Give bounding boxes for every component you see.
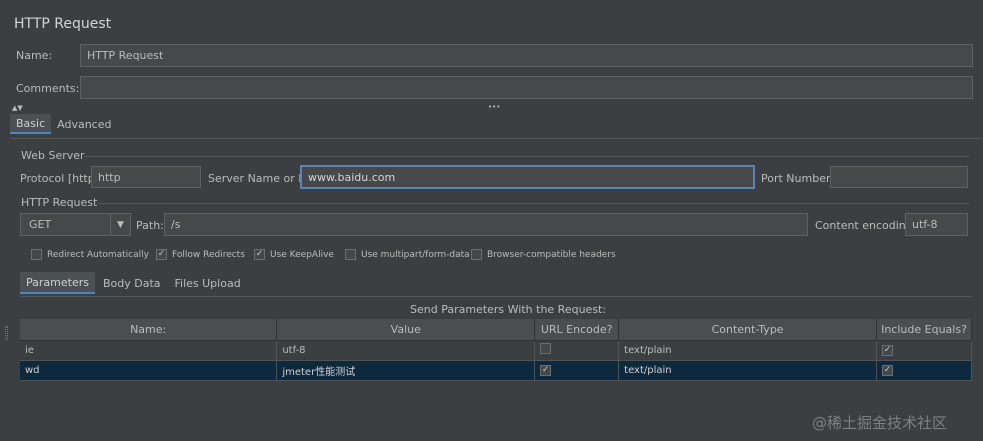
subtab-divider (20, 296, 972, 297)
checkbox[interactable] (471, 249, 482, 260)
http-request-section-label: HTTP Request (21, 196, 98, 209)
chevron-down-icon[interactable]: ▼ (110, 214, 130, 235)
tab-parameters[interactable]: Parameters (20, 272, 95, 294)
param-value[interactable]: utf-8 (276, 340, 536, 361)
main-tabs: Basic Advanced (10, 114, 117, 134)
table-row[interactable]: ie utf-8 text/plain ✓ (20, 340, 972, 361)
param-value[interactable]: jmeter性能测试 (276, 360, 536, 381)
collapse-arrows-icon[interactable]: ▲▼ (12, 104, 23, 112)
web-server-section-label: Web Server (21, 149, 85, 162)
param-content-type[interactable]: text/plain (618, 340, 878, 361)
option-label: Use multipart/form-data (361, 249, 470, 260)
col-name[interactable]: Name: (20, 319, 278, 341)
comments-field[interactable] (80, 76, 973, 99)
http-request-divider (98, 203, 969, 204)
path-label: Path: (136, 219, 164, 232)
splitter-handle[interactable]: ••• (488, 103, 500, 111)
checkbox[interactable] (345, 249, 356, 260)
checkbox-checked[interactable]: ✓ (254, 249, 265, 260)
param-url-encode[interactable]: ✓ (534, 360, 620, 381)
param-include-equals[interactable]: ✓ (876, 360, 972, 381)
param-name[interactable]: ie (20, 340, 278, 361)
page-title: HTTP Request (14, 16, 112, 32)
params-caption: Send Parameters With the Request: (410, 303, 607, 316)
resize-handle[interactable] (5, 326, 8, 340)
param-url-encode[interactable] (534, 340, 620, 361)
tab-advanced[interactable]: Advanced (51, 114, 117, 134)
encoding-field[interactable]: utf-8 (905, 213, 968, 236)
tab-basic[interactable]: Basic (10, 114, 52, 134)
method-select[interactable]: GET ▼ (20, 213, 131, 236)
sub-tabs: Parameters Body Data Files Upload (20, 272, 247, 294)
option-label: Browser-compatible headers (487, 249, 616, 260)
tab-divider (10, 138, 982, 139)
option-redirect-automatically[interactable]: Redirect Automatically (31, 249, 149, 260)
port-label: Port Number: (761, 172, 835, 185)
checkbox-checked[interactable]: ✓ (540, 365, 552, 376)
param-name[interactable]: wd (20, 360, 278, 381)
checkbox-checked[interactable]: ✓ (882, 345, 894, 356)
param-include-equals[interactable]: ✓ (876, 340, 972, 361)
option-label: Follow Redirects (172, 249, 245, 260)
server-field[interactable]: www.baidu.com (300, 165, 755, 189)
comments-label: Comments: (16, 82, 80, 95)
checkbox-checked[interactable]: ✓ (156, 249, 167, 260)
port-field[interactable] (830, 166, 968, 188)
method-value: GET (29, 218, 52, 231)
params-table: Name: Value URL Encode? Content-Type Inc… (20, 319, 972, 381)
option-label: Use KeepAlive (270, 249, 334, 260)
name-field[interactable]: HTTP Request (80, 44, 973, 67)
checkbox-checked[interactable]: ✓ (882, 365, 894, 376)
col-value[interactable]: Value (276, 319, 536, 341)
encoding-label: Content encoding: (815, 219, 917, 232)
params-table-wrapper: Name: Value URL Encode? Content-Type Inc… (20, 319, 972, 381)
tab-body-data[interactable]: Body Data (97, 272, 167, 294)
web-server-divider (84, 156, 969, 157)
col-url-encode[interactable]: URL Encode? (534, 319, 620, 341)
col-include-equals[interactable]: Include Equals? (876, 319, 972, 341)
server-label: Server Name or IP: (208, 172, 312, 185)
param-content-type[interactable]: text/plain (618, 360, 878, 381)
path-field[interactable]: /s (164, 213, 808, 236)
checkbox[interactable] (31, 249, 42, 260)
name-label: Name: (16, 49, 53, 62)
tab-files-upload[interactable]: Files Upload (169, 272, 247, 294)
watermark: @稀土掘金技术社区 (812, 414, 948, 432)
option-use-multipart[interactable]: Use multipart/form-data (345, 249, 470, 260)
table-row[interactable]: wd jmeter性能测试 ✓ text/plain ✓ (20, 360, 972, 381)
checkbox[interactable] (540, 343, 552, 354)
option-use-keepalive[interactable]: ✓ Use KeepAlive (254, 249, 334, 260)
protocol-field[interactable]: http (91, 166, 201, 188)
option-follow-redirects[interactable]: ✓ Follow Redirects (156, 249, 245, 260)
option-label: Redirect Automatically (47, 249, 149, 260)
option-browser-compatible[interactable]: Browser-compatible headers (471, 249, 616, 260)
col-content-type[interactable]: Content-Type (618, 319, 878, 341)
